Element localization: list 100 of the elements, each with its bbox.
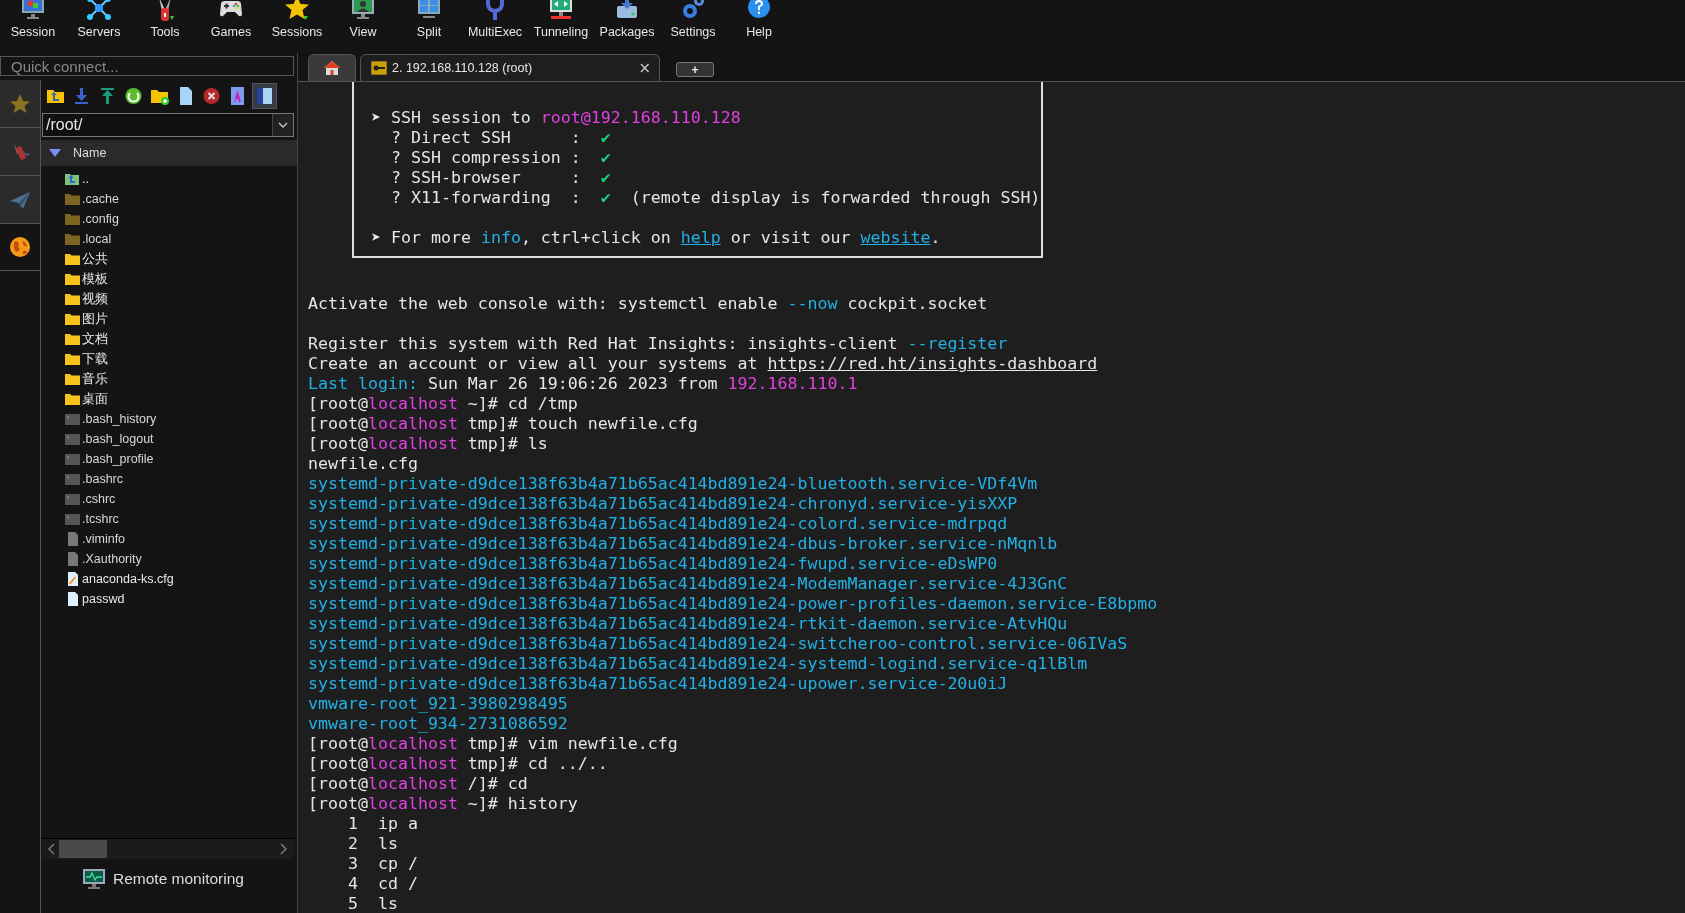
terminal-line: [root@localhost tmp]# ls (308, 434, 549, 454)
terminal-line: 4 cd / (346, 874, 419, 894)
file-row[interactable]: 下载 (65, 349, 297, 369)
terminal-line: systemd-private-d9dce138f63b4a71b65ac414bd891e24-switcheroo-control.service-06IVaS (308, 634, 1129, 654)
toolbar-button[interactable]: Packages (594, 0, 660, 53)
toolbar-button[interactable]: MultiExec (462, 0, 528, 53)
close-button[interactable]: × (638, 59, 651, 77)
text-file-icon (228, 86, 247, 106)
monitor-icon (547, 0, 575, 22)
terminal-file-icon (65, 472, 80, 486)
file-row[interactable]: .tcshrc (65, 509, 297, 529)
scrollbar-thumb[interactable] (59, 840, 107, 858)
monitor-icon (83, 869, 105, 889)
sort-triangle-icon (49, 149, 61, 157)
toolbar-button[interactable]: Tools (132, 0, 198, 53)
terminal-line: ? Direct SSH : ✔ (389, 128, 612, 148)
folder-icon (65, 212, 80, 226)
split-panel-icon (255, 86, 274, 106)
terminal-line: Create an account or view all your systems at https://red.ht/insights-dashboard (308, 354, 1099, 374)
file-row[interactable]: anaconda-ks.cfg (65, 569, 297, 589)
file-row[interactable]: .. (65, 169, 297, 189)
folder-icon (65, 312, 80, 326)
file-row[interactable]: .bash_history (65, 409, 297, 429)
terminal-line: systemd-private-d9dce138f63b4a71b65ac414bd891e24-dbus-broker.service-nMqnlb (308, 534, 1059, 554)
terminal-line: systemd-private-d9dce138f63b4a71b65ac414bd891e24-colord.service-mdrpqd (308, 514, 1009, 534)
toolbar-button[interactable]: Games (198, 0, 264, 53)
link[interactable]: website (860, 228, 931, 247)
terminal-line: systemd-private-d9dce138f63b4a71b65ac414bd891e24-upower.service-20u0iJ (308, 674, 1009, 694)
terminal-line: Register this system with Red Hat Insights: insights-client --register (308, 334, 1009, 354)
file-row[interactable]: passwd (65, 589, 297, 609)
toolbar-button[interactable]: Session (0, 0, 66, 53)
folder-icon (65, 272, 80, 286)
link[interactable]: https://red.ht/insights-dashboard (767, 354, 1098, 373)
terminal-line: vmware-root_921-3980298495 (308, 694, 569, 714)
star-icon (283, 0, 311, 22)
terminal-line: systemd-private-d9dce138f63b4a71b65ac414bd891e24-systemd-logind.service-q1lBlm (308, 654, 1089, 674)
new-tab-button[interactable]: + (676, 62, 714, 77)
folder-icon (65, 192, 80, 206)
terminal-line: [root@localhost tmp]# touch newfile.cfg (308, 414, 699, 434)
file-row[interactable]: 图片 (65, 309, 297, 329)
folder-icon (65, 292, 80, 306)
folder-icon (65, 232, 80, 246)
scroll-left-icon[interactable] (47, 843, 55, 855)
toolbar-button[interactable]: Sessions (264, 0, 330, 53)
file-row[interactable]: .local (65, 229, 297, 249)
file-row[interactable]: 模板 (65, 269, 297, 289)
file-icon (65, 592, 80, 606)
terminal-line: [root@localhost tmp]# vim newfile.cfg (308, 734, 679, 754)
terminal-line: [root@localhost ~]# cd /tmp (308, 394, 579, 414)
globe-icon (8, 235, 32, 259)
file-row[interactable]: .config (65, 209, 297, 229)
quick-connect-field[interactable]: Quick connect... (0, 56, 294, 76)
folder-icon (65, 372, 80, 386)
file-row[interactable]: 视频 (65, 289, 297, 309)
terminal-line: [root@localhost /]# cd (308, 774, 529, 794)
toolbar-icon-button[interactable] (252, 83, 277, 109)
file-icon (65, 532, 80, 546)
file-row[interactable]: .bash_logout (65, 429, 297, 449)
download-icon (72, 86, 91, 106)
path-field[interactable]: /root/ (42, 113, 294, 137)
terminal-line: [root@localhost ~]# history (308, 794, 579, 814)
scroll-right-icon[interactable] (280, 843, 288, 855)
toolbar-button[interactable]: Settings (660, 0, 726, 53)
file-row[interactable]: .Xauthority (65, 549, 297, 569)
file-row[interactable]: 音乐 (65, 369, 297, 389)
terminal-line: systemd-private-d9dce138f63b4a71b65ac414bd891e24-bluetooth.service-VDf4Vm (308, 474, 1039, 494)
file-row[interactable]: .bash_profile (65, 449, 297, 469)
file-row[interactable]: .cshrc (65, 489, 297, 509)
key-icon (371, 61, 387, 75)
terminal-line: 2 ls (346, 834, 399, 854)
terminal-line: systemd-private-d9dce138f63b4a71b65ac414bd891e24-ModemManager.service-4J3GnC (308, 574, 1069, 594)
session-tab[interactable]: 2. 192.168.110.128 (root) × (360, 54, 660, 81)
file-icon (65, 552, 80, 566)
toolbar-button[interactable]: Split (396, 0, 462, 53)
file-row[interactable]: 文档 (65, 329, 297, 349)
link[interactable]: help (680, 228, 721, 247)
terminal-file-icon (65, 512, 80, 526)
file-row[interactable]: .cache (65, 189, 297, 209)
chevron-down-icon (278, 122, 288, 128)
toolbar-button[interactable]: Help (726, 0, 792, 53)
file-row[interactable]: .viminfo (65, 529, 297, 549)
remote-monitoring-button[interactable]: Remote monitoring (83, 869, 297, 889)
home-tab[interactable] (308, 54, 356, 81)
upload-icon (98, 86, 117, 106)
terminal-line: 1 ip a (346, 814, 419, 834)
edit-file-icon (65, 572, 80, 586)
terminal-line: ➤ For more info, ctrl+click on help or visit our website. (371, 228, 942, 248)
delete-icon (202, 86, 221, 106)
folder-icon (65, 252, 80, 266)
file-row[interactable]: .bashrc (65, 469, 297, 489)
column-header[interactable]: Name (41, 140, 297, 166)
file-row[interactable]: 公共 (65, 249, 297, 269)
toolbar-button[interactable]: View (330, 0, 396, 53)
toolbar-button[interactable]: Servers (66, 0, 132, 53)
file-row[interactable]: 桌面 (65, 389, 297, 409)
terminal-line: systemd-private-d9dce138f63b4a71b65ac414bd891e24-chronyd.service-yisXXP (308, 494, 1019, 514)
network-icon (85, 0, 113, 22)
terminal-line: vmware-root_934-2731086592 (308, 714, 569, 734)
folder-icon (65, 392, 80, 406)
toolbar-button[interactable]: Tunneling (528, 0, 594, 53)
